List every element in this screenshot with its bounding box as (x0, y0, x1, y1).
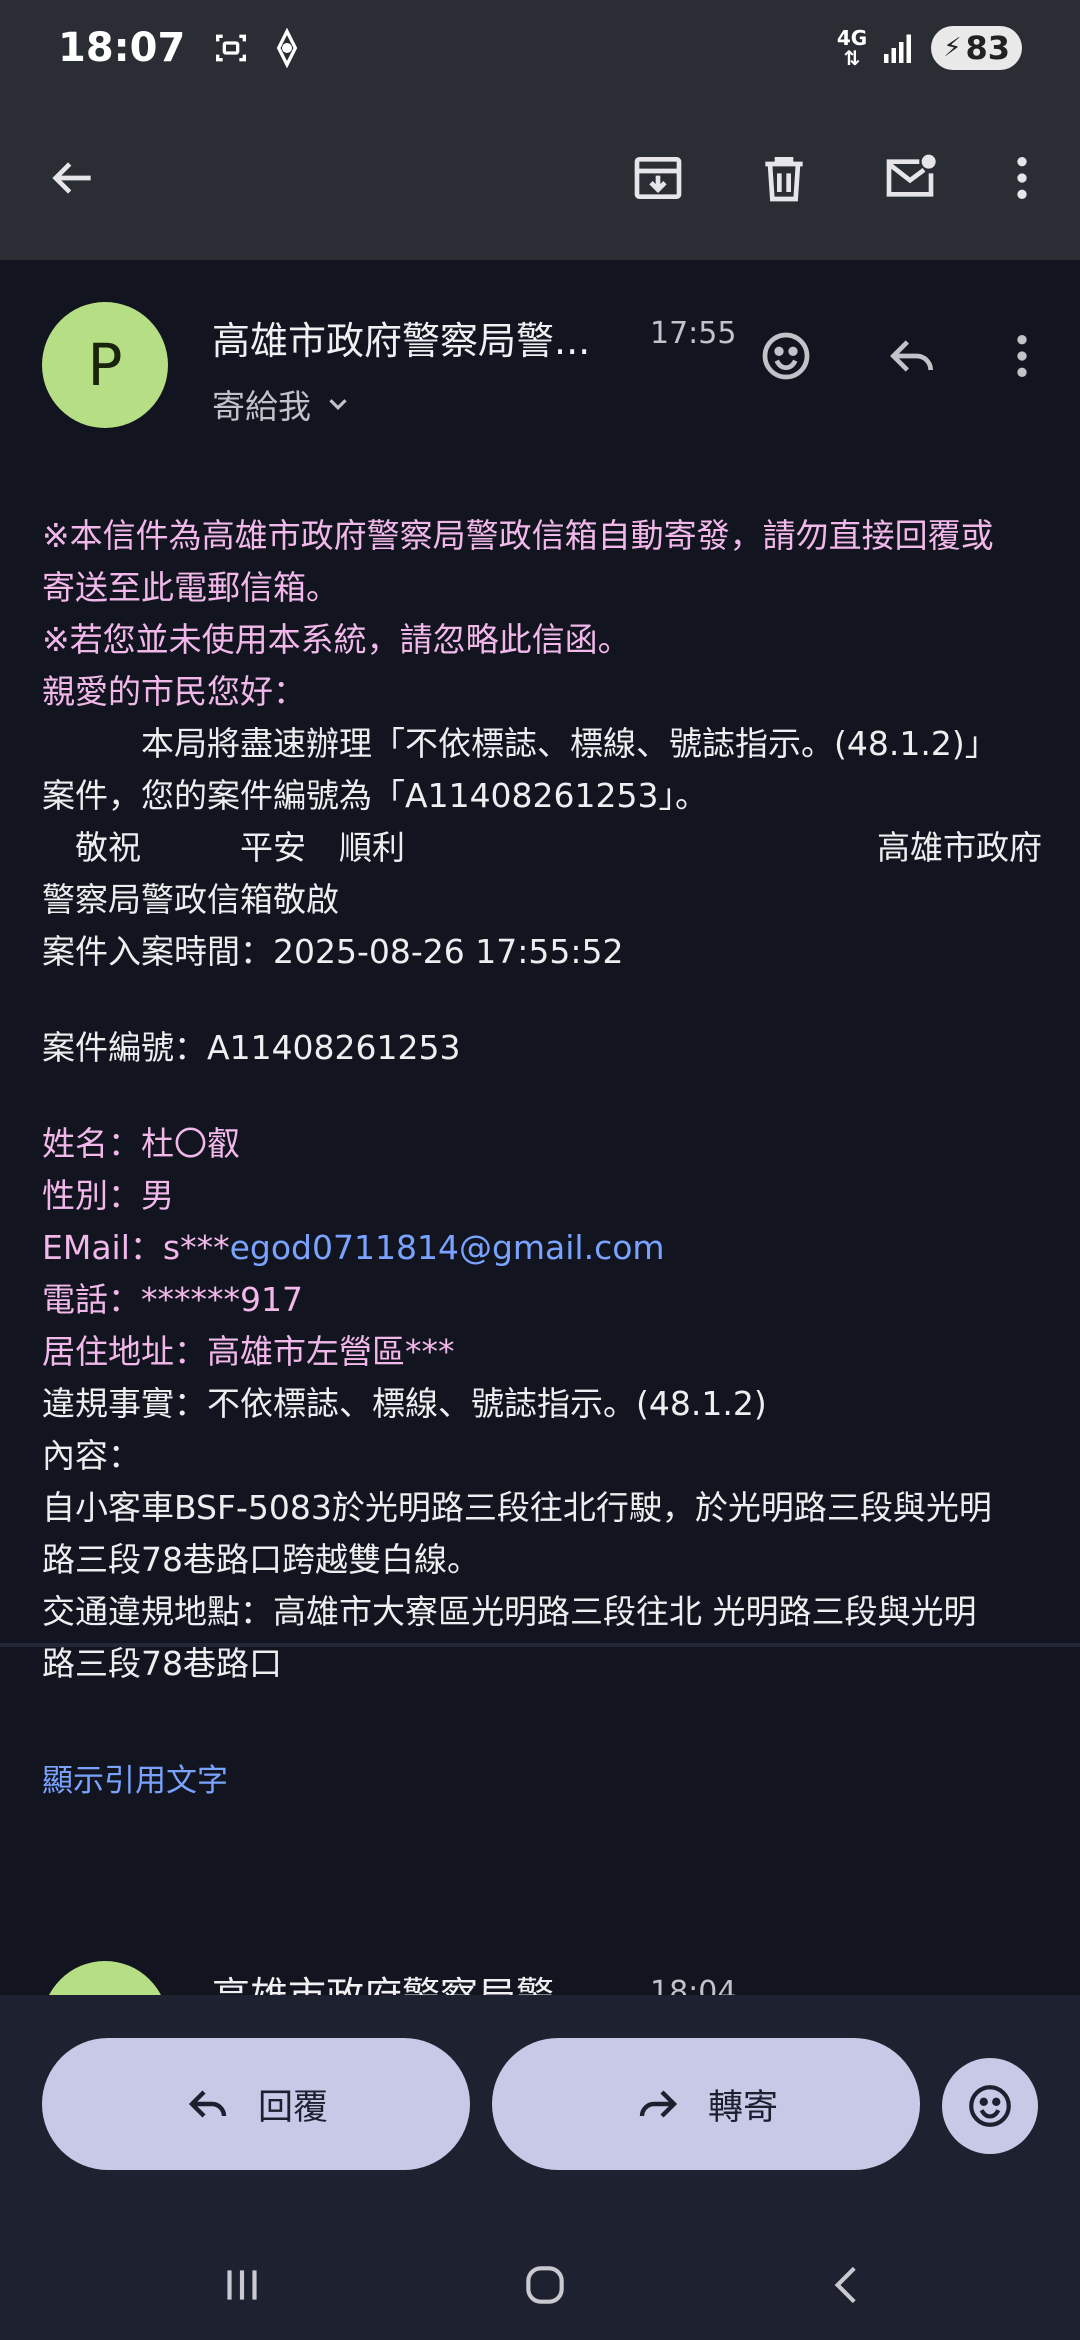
content-label: 內容： (42, 1436, 141, 1475)
status-bar: 18:07 4G ⇅ ⚡ 83 (0, 0, 1080, 96)
message-time: 18:04 (650, 1975, 737, 1995)
location-icon (277, 28, 298, 68)
reply-icon (188, 2090, 227, 2118)
location-text: 交通違規地點：高雄市大寮區光明路三段往北 光明路三段與光明 (42, 1592, 977, 1631)
field-gender: 性別：男 (42, 1176, 174, 1215)
home-icon (526, 2266, 564, 2304)
field-violation: 違規事實：不依標誌、標線、號誌指示。(48.1.2) (42, 1384, 767, 1423)
field-address: 居住地址：高雄市左營區*** (42, 1332, 455, 1371)
screenshot-icon (216, 34, 247, 62)
back-arrow-icon (52, 162, 91, 194)
field-phone: 電話：******917 (42, 1280, 303, 1319)
content-text: 自小客車BSF-5083於光明路三段往北行駛，於光明路三段與光明 (42, 1488, 992, 1527)
content-text: 路三段78巷路口跨越雙白線。 (42, 1540, 480, 1579)
message-time: 17:55 (650, 316, 737, 351)
back-button[interactable] (40, 146, 104, 210)
notice-line: ※若您並未使用本系統，請忽略此信函。 (42, 620, 631, 659)
home-button[interactable] (515, 2255, 575, 2315)
greeting: 親愛的市民您好： (42, 672, 306, 711)
notice-line: ※本信件為高雄市政府警察局警政信箱自動寄發，請勿直接回覆或 (42, 516, 994, 555)
reply-button[interactable] (880, 324, 944, 388)
system-navigation-bar (0, 2225, 1080, 2340)
field-name: 姓名：杜〇叡 (42, 1124, 240, 1163)
body-text: 本局將盡速辦理「不依標誌、標線、號誌指示。(48.1.2)」 (42, 724, 998, 763)
more-vert-icon (1017, 335, 1027, 377)
forward-label: 轉寄 (707, 2087, 778, 2128)
avatar[interactable]: P (42, 302, 168, 428)
to-label: 寄給我 (212, 387, 311, 426)
emoji-reaction-button[interactable] (942, 2058, 1038, 2154)
case-number: 案件編號：A11408261253 (42, 1028, 461, 1067)
add-reaction-button[interactable] (754, 324, 818, 388)
more-vert-icon (1017, 157, 1027, 199)
emoji-icon (969, 2085, 1011, 2127)
status-time: 18:07 (58, 25, 186, 71)
message-body: ※本信件為高雄市政府警察局警政信箱自動寄發，請勿直接回覆或 寄送至此電郵信箱。 … (42, 510, 1042, 1690)
top-app-bar (0, 96, 1080, 260)
mark-unread-button[interactable] (878, 146, 942, 210)
system-back-button[interactable] (818, 2255, 878, 2315)
avatar (42, 1961, 168, 1995)
signal-icon (884, 34, 912, 63)
reply-pill-button[interactable]: 回覆 (42, 2038, 470, 2170)
received-time: 案件入案時間：2025-08-26 17:55:52 (42, 932, 624, 971)
sender-name[interactable]: 高雄市政府警察局警... (212, 310, 590, 365)
network-type: 4G (836, 26, 868, 50)
bottom-action-bar: 回覆 轉寄 (0, 1995, 1080, 2225)
battery-indicator: ⚡ 83 (931, 26, 1022, 70)
forward-pill-button[interactable]: 轉寄 (492, 2038, 920, 2170)
delete-button[interactable] (752, 146, 816, 210)
chevron-down-icon (329, 399, 347, 410)
body-text: 案件，您的案件編號為「A11408261253」。 (42, 776, 709, 815)
next-message[interactable]: 高雄市政府警察局警... 18:04 (0, 1647, 1080, 1995)
recipient-details[interactable]: 寄給我 (212, 380, 353, 428)
email-link[interactable]: egod0711814@gmail.com (230, 1228, 665, 1267)
recents-icon (227, 2270, 257, 2300)
regards: 敬祝 平安 順利 (42, 828, 405, 867)
recent-apps-button[interactable] (212, 2255, 272, 2315)
regards-line: 敬祝 平安 順利 高雄市政府 (42, 822, 1042, 874)
more-options-button[interactable] (990, 146, 1054, 210)
reply-label: 回覆 (257, 2087, 328, 2128)
charging-icon: ⚡ (943, 33, 962, 63)
emoji-icon (762, 332, 810, 380)
forward-icon (639, 2090, 678, 2118)
data-arrows-icon: 4G ⇅ (836, 26, 868, 70)
chevron-left-icon (834, 2266, 856, 2304)
notice-line: 寄送至此電郵信箱。 (42, 568, 339, 607)
signature-org: 高雄市政府 (877, 828, 1042, 867)
sender-name: 高雄市政府警察局警... (212, 1965, 590, 1995)
field-email: EMail：s***egod0711814@gmail.com (42, 1228, 665, 1267)
signature: 警察局警政信箱敬啟 (42, 880, 339, 919)
archive-icon (634, 157, 682, 199)
message-more-button[interactable] (990, 324, 1054, 388)
reply-icon (890, 340, 933, 372)
archive-button[interactable] (626, 146, 690, 210)
delete-icon (765, 157, 803, 202)
mark-unread-icon (886, 154, 936, 197)
